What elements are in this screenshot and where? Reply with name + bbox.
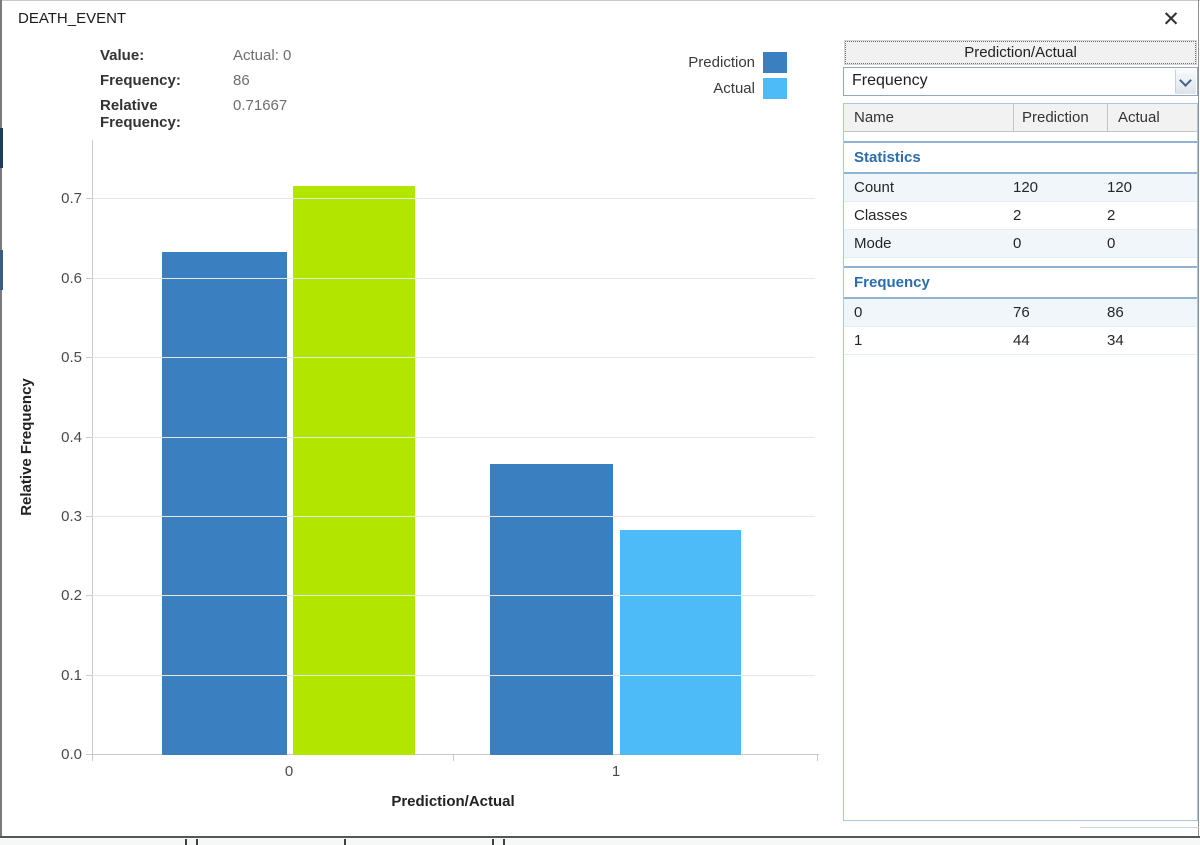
column-header-prediction: Prediction [1013, 104, 1107, 131]
y-tick-mark [86, 675, 92, 676]
y-tick-mark [86, 595, 92, 596]
table-spacer [844, 132, 1197, 141]
window-title: DEATH_EVENT [18, 10, 126, 27]
statistic-dropdown[interactable]: Frequency [843, 67, 1198, 96]
tooltip-label: Frequency: [100, 72, 233, 92]
y-tick-mark [86, 198, 92, 199]
section-header-statistics: Statistics [844, 141, 1197, 174]
y-gridline [92, 437, 815, 438]
cell-prediction: 2 [1013, 202, 1107, 229]
bar-chart-plot-area: 0 1 0.00.10.20.30.40.50.60.7 [92, 140, 818, 755]
y-tick-label: 0.2 [36, 588, 82, 604]
y-gridline [92, 278, 815, 279]
table-row[interactable]: 0 76 86 [844, 299, 1197, 327]
table-spacer [844, 258, 1197, 266]
prediction-actual-button[interactable]: Prediction/Actual [845, 41, 1196, 64]
cell-actual: 120 [1107, 174, 1197, 201]
cell-prediction: 76 [1013, 299, 1107, 326]
x-tick-mark [92, 755, 93, 761]
y-tick-label: 0.1 [36, 668, 82, 684]
cell-name: Count [844, 174, 1013, 201]
column-header-name: Name [844, 104, 1013, 131]
legend-swatch-prediction[interactable] [763, 52, 787, 73]
close-icon[interactable]: ✕ [1152, 4, 1190, 36]
tooltip-row-frequency: Frequency: 86 [100, 72, 480, 92]
cell-actual: 34 [1107, 327, 1197, 354]
bar-prediction-1[interactable] [490, 464, 613, 755]
table-row[interactable]: Count 120 120 [844, 174, 1197, 202]
bar-prediction-0[interactable] [162, 252, 287, 755]
bar-actual-0-highlighted[interactable] [293, 186, 415, 755]
cell-name: Classes [844, 202, 1013, 229]
background-app-edge [344, 839, 346, 845]
bar-actual-1[interactable] [620, 530, 741, 755]
column-header-actual: Actual [1107, 104, 1197, 131]
dropdown-selected-value: Frequency [852, 72, 928, 90]
dropdown-button[interactable] [1175, 69, 1196, 94]
cell-name: 0 [844, 299, 1013, 326]
y-gridline [92, 198, 815, 199]
y-tick-label: 0.3 [36, 509, 82, 525]
y-tick-mark [86, 516, 92, 517]
cell-prediction: 44 [1013, 327, 1107, 354]
background-app-edge [0, 128, 3, 168]
dialog-right-border [1198, 0, 1199, 837]
y-tick-label: 0.5 [36, 350, 82, 366]
table-row[interactable]: Mode 0 0 [844, 230, 1197, 258]
tooltip-row-value: Value: Actual: 0 [100, 47, 480, 67]
background-app-edge [185, 839, 187, 845]
background-app-edge [1080, 827, 1199, 828]
background-app-edge [503, 839, 505, 845]
section-header-frequency: Frequency [844, 266, 1197, 299]
table-header-row: Name Prediction Actual [844, 104, 1197, 132]
x-category-label-1: 1 [596, 763, 636, 780]
x-category-label-0: 0 [269, 763, 309, 780]
background-app-edge [492, 839, 494, 845]
cell-actual: 0 [1107, 230, 1197, 257]
dialog-top-border [0, 0, 1200, 1]
dialog-left-border [0, 0, 2, 837]
tooltip-value: 86 [233, 72, 250, 92]
y-tick-label: 0.7 [36, 191, 82, 207]
legend-item-actual[interactable]: Actual [640, 79, 755, 99]
legend-item-prediction[interactable]: Prediction [640, 53, 755, 73]
y-tick-label: 0.4 [36, 430, 82, 446]
cell-actual: 86 [1107, 299, 1197, 326]
y-tick-mark [86, 437, 92, 438]
background-app-edge [0, 838, 1200, 845]
cell-actual: 2 [1107, 202, 1197, 229]
y-tick-mark [86, 754, 92, 755]
background-app-edge [196, 839, 198, 845]
stats-table: Name Prediction Actual Statistics Count … [843, 103, 1198, 821]
table-row[interactable]: 1 44 34 [844, 327, 1197, 355]
x-tick-mark [817, 755, 818, 761]
y-tick-label: 0.6 [36, 271, 82, 287]
x-tick-mark [453, 755, 454, 761]
y-tick-mark [86, 278, 92, 279]
cell-prediction: 120 [1013, 174, 1107, 201]
y-gridline [92, 357, 815, 358]
cell-name: Mode [844, 230, 1013, 257]
background-app-edge [0, 250, 3, 290]
y-gridline [92, 675, 815, 676]
legend-swatch-actual[interactable] [763, 78, 787, 99]
tooltip-value: 0.71667 [233, 97, 287, 117]
histogram-dialog: DEATH_EVENT ✕ Value: Actual: 0 Frequency… [0, 0, 1200, 845]
y-gridline [92, 516, 815, 517]
y-gridline [92, 595, 815, 596]
tooltip-label: Relative Frequency: [100, 97, 233, 117]
tooltip-row-relative-frequency: Relative Frequency: 0.71667 [100, 97, 480, 117]
x-axis-title: Prediction/Actual [303, 793, 603, 810]
y-tick-label: 0.0 [36, 747, 82, 763]
y-axis-title: Relative Frequency [18, 297, 38, 597]
table-row[interactable]: Classes 2 2 [844, 202, 1197, 230]
chevron-down-icon [1179, 74, 1192, 87]
tooltip-value: Actual: 0 [233, 47, 291, 67]
tooltip-label: Value: [100, 47, 233, 67]
cell-prediction: 0 [1013, 230, 1107, 257]
y-axis-line [92, 140, 93, 755]
cell-name: 1 [844, 327, 1013, 354]
y-tick-mark [86, 357, 92, 358]
